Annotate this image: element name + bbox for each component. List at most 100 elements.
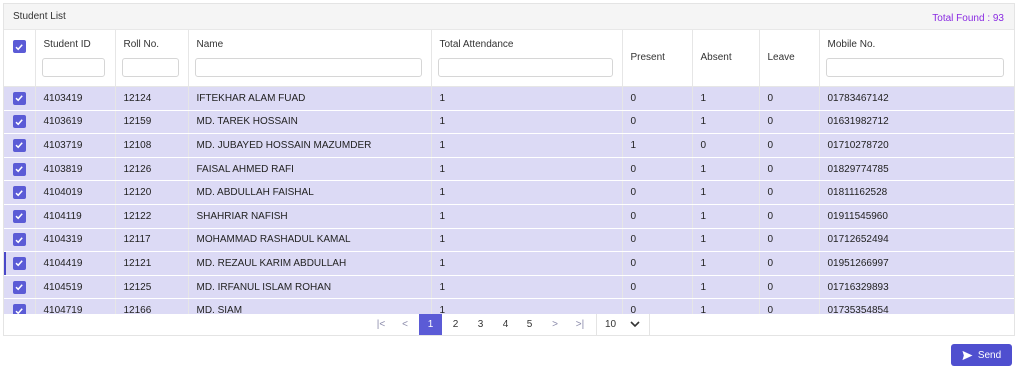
cell-text: 4104419 [43, 257, 83, 269]
cell-roll-no: 12122 [115, 204, 189, 229]
check-icon [15, 237, 24, 244]
cell-text: 1 [439, 139, 446, 151]
cell-student-id: 4103819 [35, 157, 116, 182]
cell-text: 12108 [123, 139, 152, 151]
cell-student-id: 4104519 [35, 275, 116, 300]
table-row[interactable]: 4103819 12126 FAISAL AHMED RAFI 1 0 1 0 0182977… [4, 157, 1014, 182]
page-button-1[interactable]: 1 [419, 314, 442, 335]
next-page-button[interactable]: > [544, 314, 566, 335]
cell-student-id: 4103419 [35, 86, 116, 111]
page-button-5[interactable]: 5 [518, 314, 541, 335]
header-mobile-no: Mobile No. [819, 30, 1014, 87]
table-row[interactable]: 4104519 12125 MD. IRFANUL ISLAM ROHAN 1 0 1 0 0… [4, 275, 1014, 300]
header-label: Name [196, 39, 224, 50]
cell-total-attendance: 1 [431, 275, 623, 300]
row-checkbox[interactable] [12, 233, 26, 247]
cell-text: 01911545960 [827, 210, 888, 222]
cell-text: 4104519 [43, 281, 83, 293]
header-label: Student ID [43, 39, 91, 50]
table-header-row: Student ID Roll No. Name Total Attendanc… [4, 30, 1014, 87]
cell-text: 4103619 [43, 116, 83, 128]
table-row[interactable]: 4103419 12124 IFTEKHAR ALAM FUAD 1 0 1 0 017834… [4, 86, 1014, 111]
page-button-2[interactable]: 2 [444, 314, 467, 335]
header-label: Mobile No. [827, 39, 876, 50]
cell-absent: 0 [692, 133, 760, 158]
cell-text: 0 [630, 163, 637, 175]
row-checkbox[interactable] [12, 91, 26, 105]
cell-text: 4103719 [43, 139, 83, 151]
cell-text: 01811162528 [827, 187, 888, 199]
cell-text: 12120 [123, 187, 152, 199]
filter-student-id-input[interactable] [41, 58, 105, 77]
row-checkbox[interactable] [12, 209, 26, 223]
cell-student-id: 4104319 [35, 228, 116, 253]
cell-absent: 1 [692, 228, 760, 253]
header-label: Leave [767, 52, 795, 63]
cell-roll-no: 12125 [115, 275, 189, 300]
check-icon [15, 260, 24, 267]
header-label: Absent [700, 52, 732, 63]
check-icon [15, 189, 24, 197]
cell-text: IFTEKHAR ALAM FUAD [196, 92, 306, 104]
select-all-checkbox[interactable] [12, 40, 26, 53]
cell-mobile-no: 01783467142 [819, 86, 1014, 111]
table-row[interactable]: 4104019 12120 MD. ABDULLAH FAISHAL 1 0 1 0 0181… [4, 180, 1014, 205]
row-checkbox[interactable] [12, 256, 26, 270]
cell-mobile-no: 01829774785 [819, 157, 1014, 182]
header-absent: Absent [692, 30, 760, 87]
cell-text: 0 [767, 187, 774, 199]
page-size-select[interactable]: 10 [596, 314, 650, 335]
table-row[interactable]: 4104419 12121 MD. REZAUL KARIM ABDULLAH 1 0 1… [4, 251, 1014, 276]
cell-text: 1 [700, 163, 707, 175]
table-row[interactable]: 4103719 12108 MD. JUBAYED HOSSAIN MAZUMDER… [4, 133, 1014, 158]
row-select-cell [4, 110, 36, 135]
cell-mobile-no: 01911545960 [819, 204, 1014, 229]
cell-text: 1 [439, 92, 446, 104]
row-select-cell [4, 157, 36, 182]
row-checkbox[interactable] [12, 138, 26, 152]
check-icon [15, 166, 24, 173]
cell-text: 1 [439, 210, 446, 222]
cell-text: 0 [630, 187, 637, 199]
first-page-button[interactable]: |< [370, 314, 392, 335]
cell-mobile-no: 01716329893 [819, 275, 1014, 300]
table-row[interactable]: 4104119 12122 SHAHRIAR NAFISH 1 0 1 0 019115459… [4, 204, 1014, 229]
cell-text: 4104019 [43, 187, 83, 199]
cell-leave: 0 [759, 251, 820, 276]
cell-name: FAISAL AHMED RAFI [188, 157, 432, 182]
table-row[interactable]: 4104319 12117 MOHAMMAD RASHADUL KAMAL 1 0 1 0 0… [4, 228, 1014, 253]
row-checkbox[interactable] [12, 115, 26, 129]
cell-student-id: 4104419 [35, 251, 116, 276]
filter-total-attendance-input[interactable] [437, 58, 613, 77]
prev-page-button[interactable]: < [394, 314, 416, 335]
filter-name-input[interactable] [194, 58, 422, 77]
cell-roll-no: 12159 [115, 110, 189, 135]
filter-roll-no-input[interactable] [121, 58, 179, 77]
header-student-id: Student ID [35, 30, 116, 87]
cell-text: 4104319 [43, 234, 83, 246]
cell-leave: 0 [759, 133, 820, 158]
cell-name: MD. TAREK HOSSAIN [188, 110, 432, 135]
cell-roll-no: 12120 [115, 180, 189, 205]
cell-text: 1 [439, 281, 446, 293]
row-checkbox[interactable] [12, 162, 26, 176]
table-row[interactable]: 4103619 12159 MD. TAREK HOSSAIN 1 0 1 0 0163198… [4, 110, 1014, 135]
cell-mobile-no: 01811162528 [819, 180, 1014, 205]
page-button-3[interactable]: 3 [469, 314, 492, 335]
cell-text: 12126 [123, 163, 152, 175]
cell-present: 0 [622, 180, 693, 205]
cell-text: 01783467142 [827, 92, 889, 104]
page-size-value: 10 [605, 319, 617, 330]
cell-total-attendance: 1 [431, 180, 623, 205]
page-button-4[interactable]: 4 [494, 314, 517, 335]
send-button[interactable]: Send [951, 344, 1012, 366]
cell-roll-no: 12117 [115, 228, 189, 253]
cell-present: 0 [622, 110, 693, 135]
filter-mobile-no-input[interactable] [825, 58, 1004, 77]
last-page-button[interactable]: >| [569, 314, 591, 335]
cell-mobile-no: 01951266997 [819, 251, 1014, 276]
row-checkbox[interactable] [12, 186, 26, 200]
row-checkbox[interactable] [12, 280, 26, 294]
row-select-cell [4, 251, 36, 276]
student-list-panel: Student List Total Found : 93 Student ID… [3, 3, 1015, 336]
